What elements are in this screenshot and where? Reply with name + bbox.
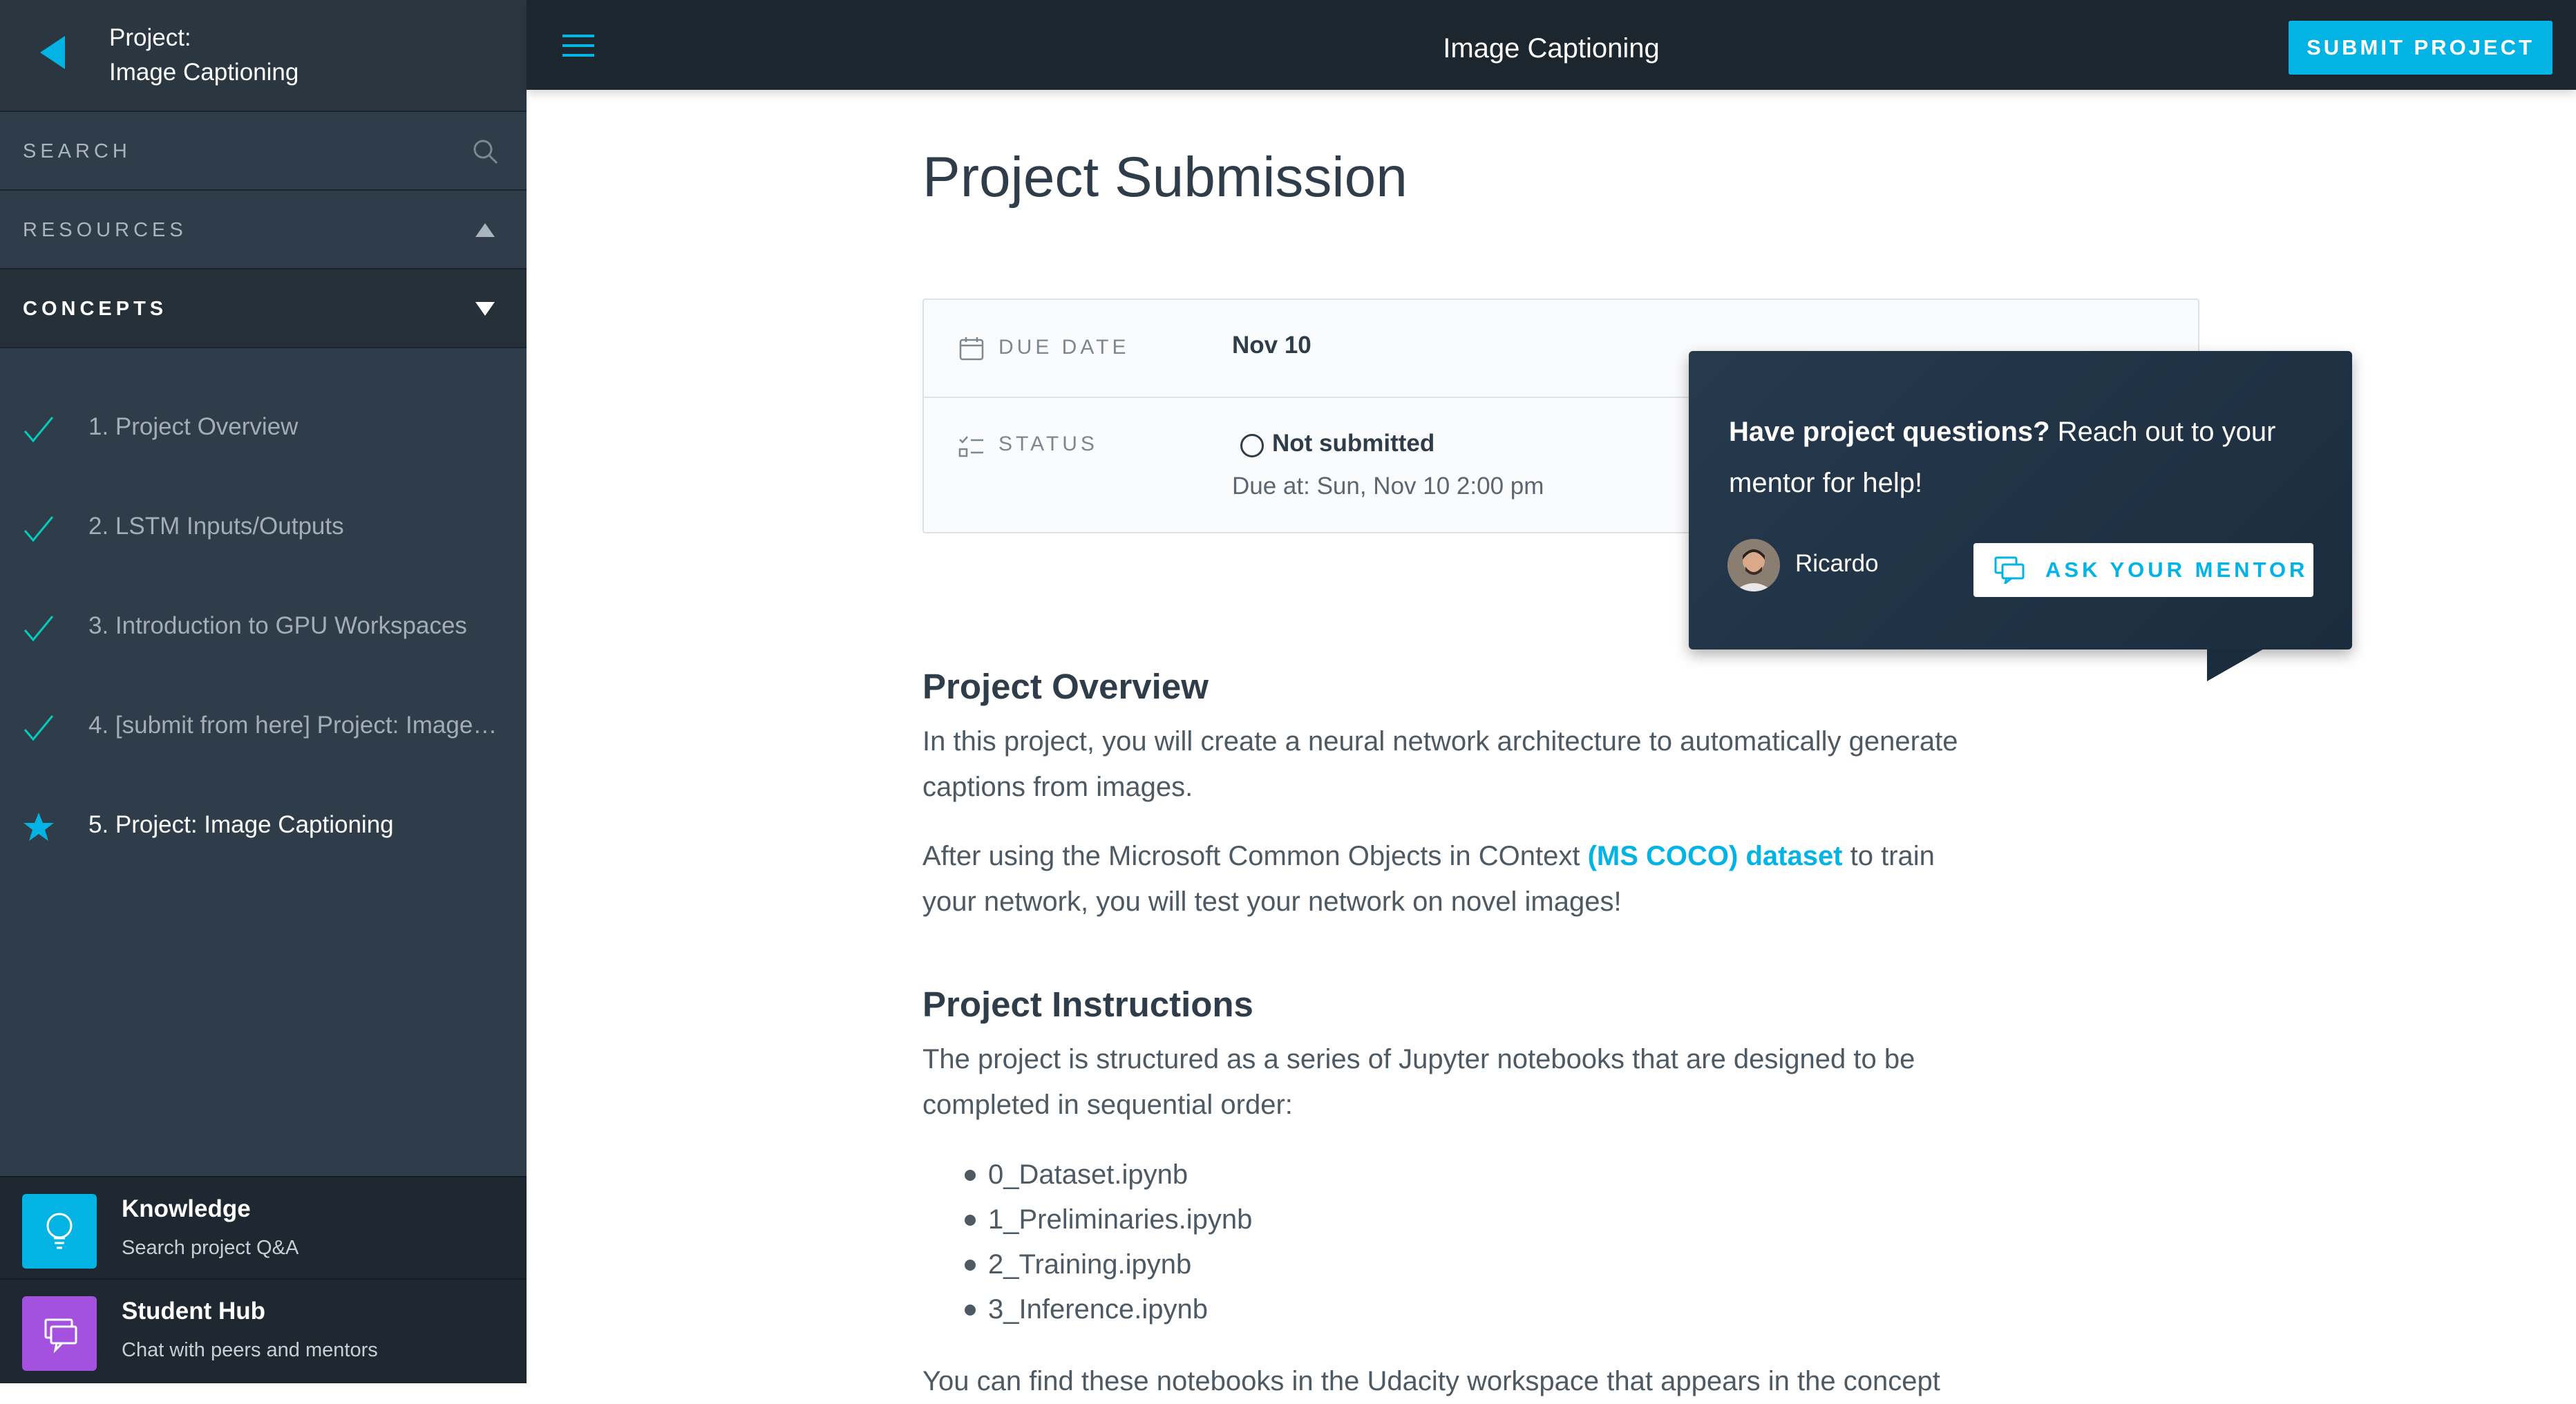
resources-label: RESOURCES bbox=[23, 219, 187, 241]
sidebar-concepts[interactable]: CONCEPTS bbox=[0, 269, 527, 348]
dataset-text-1: After using the Microsoft Common Objects… bbox=[922, 841, 1588, 871]
checkmark-icon bbox=[23, 715, 54, 741]
overview-text: In this project, you will create a neura… bbox=[922, 726, 1958, 802]
overview-heading: Project Overview bbox=[922, 667, 1209, 706]
caret-down-icon bbox=[475, 302, 495, 316]
status-circle-icon bbox=[1240, 434, 1264, 457]
concept-label: 1. Project Overview bbox=[88, 413, 299, 440]
chat-bubbles-icon bbox=[44, 1318, 77, 1354]
notebook-list: 0_Dataset.ipynb 1_Preliminaries.ipynb 2_… bbox=[960, 1152, 1252, 1332]
checkmark-icon bbox=[23, 616, 54, 642]
student-hub-title: Student Hub bbox=[122, 1298, 266, 1325]
concept-label: 3. Introduction to GPU Workspaces bbox=[88, 612, 467, 639]
top-bar-title: Image Captioning bbox=[1443, 33, 1660, 64]
instructions-heading: Project Instructions bbox=[922, 985, 1253, 1024]
concept-item[interactable]: 3. Introduction to GPU Workspaces bbox=[0, 585, 527, 667]
concept-item[interactable]: 4. [submit from here] Project: Image… bbox=[0, 684, 527, 767]
concept-label: 4. [submit from here] Project: Image… bbox=[88, 712, 498, 739]
instructions-text: The project is structured as a series of… bbox=[922, 1044, 1915, 1120]
concept-item-current[interactable]: 5. Project: Image Captioning bbox=[0, 784, 527, 866]
knowledge-title: Knowledge bbox=[122, 1195, 251, 1222]
concept-label: 2. LSTM Inputs/Outputs bbox=[88, 513, 344, 540]
knowledge-link[interactable]: Knowledge Search project Q&A bbox=[0, 1176, 527, 1281]
project-label: Project: bbox=[109, 24, 191, 51]
list-item: 1_Preliminaries.ipynb bbox=[960, 1197, 1252, 1242]
search-icon bbox=[473, 140, 498, 164]
concept-item[interactable]: 2. LSTM Inputs/Outputs bbox=[0, 485, 527, 568]
dataset-paragraph: After using the Microsoft Common Objects… bbox=[922, 833, 1973, 924]
mentor-popup: Have project questions? Reach out to you… bbox=[1689, 351, 2352, 649]
checkmark-icon bbox=[23, 516, 54, 542]
list-item: 2_Training.ipynb bbox=[960, 1242, 1252, 1287]
student-hub-subtitle: Chat with peers and mentors bbox=[122, 1339, 378, 1361]
mentor-avatar bbox=[1727, 539, 1780, 591]
status-value: Not submitted bbox=[1272, 430, 1435, 457]
knowledge-tile bbox=[22, 1194, 97, 1269]
top-bar: Image Captioning SUBMIT PROJECT bbox=[527, 0, 2576, 90]
mentor-question: Have project questions? Reach out to you… bbox=[1729, 406, 2323, 509]
checkmark-icon bbox=[23, 417, 54, 443]
due-date-label: DUE DATE bbox=[998, 336, 1130, 359]
concept-label: 5. Project: Image Captioning bbox=[88, 811, 394, 838]
concepts-label: CONCEPTS bbox=[23, 298, 168, 320]
sidebar-resources[interactable]: RESOURCES bbox=[0, 191, 527, 269]
caret-up-icon bbox=[475, 223, 495, 237]
mentor-popup-tail bbox=[2207, 648, 2265, 681]
submit-project-button[interactable]: SUBMIT PROJECT bbox=[2289, 21, 2553, 75]
mentor-name: Ricardo bbox=[1795, 550, 1879, 577]
status-label: STATUS bbox=[998, 433, 1098, 455]
mentor-question-bold: Have project questions? bbox=[1729, 417, 2050, 447]
concept-item[interactable]: 1. Project Overview bbox=[0, 386, 527, 468]
ms-coco-dataset-link[interactable]: (MS COCO) dataset bbox=[1588, 841, 1843, 871]
project-name: Image Captioning bbox=[109, 59, 299, 86]
student-hub-link[interactable]: Student Hub Chat with peers and mentors bbox=[0, 1278, 527, 1383]
avatar-photo bbox=[1727, 539, 1780, 591]
lightbulb-icon bbox=[46, 1213, 73, 1249]
star-icon bbox=[23, 813, 54, 841]
student-hub-tile bbox=[22, 1296, 97, 1371]
list-item: 3_Inference.ipynb bbox=[960, 1287, 1252, 1332]
status-due-time: Due at: Sun, Nov 10 2:00 pm bbox=[1232, 473, 1544, 500]
search-label: SEARCH bbox=[23, 140, 131, 162]
checklist-icon bbox=[958, 436, 983, 457]
ask-your-mentor-button[interactable]: ASK YOUR MENTOR bbox=[1973, 543, 2313, 597]
sidebar-header: Project: Image Captioning bbox=[0, 0, 527, 112]
back-arrow-icon[interactable] bbox=[35, 32, 76, 73]
page-title: Project Submission bbox=[922, 146, 1408, 209]
ask-your-mentor-label: ASK YOUR MENTOR bbox=[2045, 558, 2309, 582]
list-item: 0_Dataset.ipynb bbox=[960, 1152, 1252, 1197]
chat-bubbles-icon bbox=[1994, 556, 2025, 584]
sidebar: Project: Image Captioning SEARCH RESOURC… bbox=[0, 0, 527, 1383]
calendar-icon bbox=[959, 337, 984, 361]
notebooks-location-text: You can find these notebooks in the Udac… bbox=[922, 1366, 1940, 1396]
due-date-value: Nov 10 bbox=[1232, 332, 1311, 359]
sidebar-search[interactable]: SEARCH bbox=[0, 112, 527, 191]
knowledge-subtitle: Search project Q&A bbox=[122, 1237, 299, 1259]
